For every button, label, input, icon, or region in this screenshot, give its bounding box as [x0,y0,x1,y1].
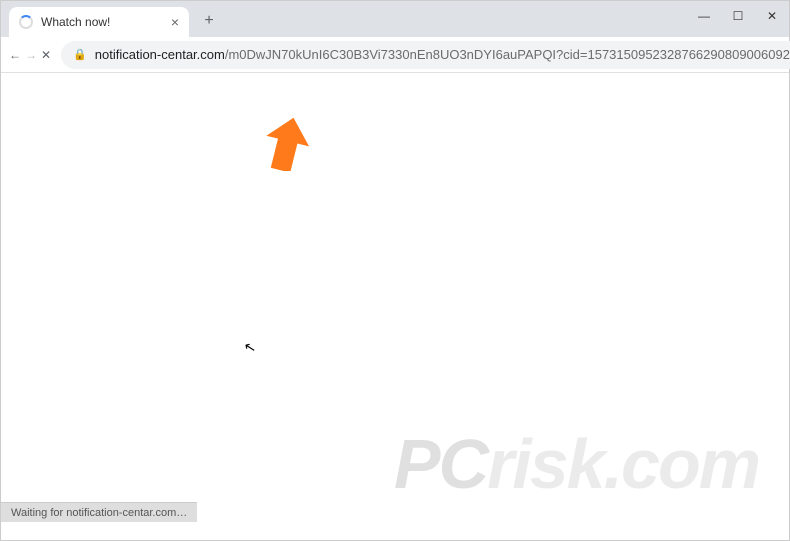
page-content: ↖ PCrisk.com Waiting for notification-ce… [1,73,789,522]
browser-tab[interactable]: Whatch now! × [9,7,189,37]
browser-toolbar: ← → ✕ 🔒 notification-centar.com/m0DwJN70… [1,37,789,73]
annotation-arrow-icon [265,117,309,171]
address-bar[interactable]: 🔒 notification-centar.com/m0DwJN70kUnI6C… [61,41,790,69]
mouse-cursor-icon: ↖ [242,338,257,357]
back-button[interactable]: ← [9,41,21,69]
tab-close-button[interactable]: × [171,14,179,30]
tab-title: Whatch now! [41,15,163,29]
status-bar: Waiting for notification-centar.com… [1,502,197,522]
stop-reload-button[interactable]: ✕ [41,41,51,69]
tab-strip: Whatch now! × + — ☐ ✕ [1,1,789,37]
window-minimize-button[interactable]: — [687,1,721,31]
window-close-button[interactable]: ✕ [755,1,789,31]
watermark-rest: risk.com [487,425,759,503]
window-maximize-button[interactable]: ☐ [721,1,755,31]
forward-button[interactable]: → [25,41,37,69]
loading-spinner-icon [19,15,33,29]
window-controls: — ☐ ✕ [687,1,789,31]
arrow-left-icon: ← [9,48,21,62]
arrow-right-icon: → [25,48,37,62]
watermark-pc: PC [394,425,487,503]
close-icon: ✕ [41,48,51,62]
url-text: notification-centar.com/m0DwJN70kUnI6C30… [95,47,790,62]
url-path: /m0DwJN70kUnI6C30B3Vi7330nEn8UO3nDYI6auP… [225,47,790,62]
lock-icon: 🔒 [73,48,87,61]
url-domain: notification-centar.com [95,47,225,62]
new-tab-button[interactable]: + [195,7,223,35]
watermark-logo: PCrisk.com [394,424,759,504]
